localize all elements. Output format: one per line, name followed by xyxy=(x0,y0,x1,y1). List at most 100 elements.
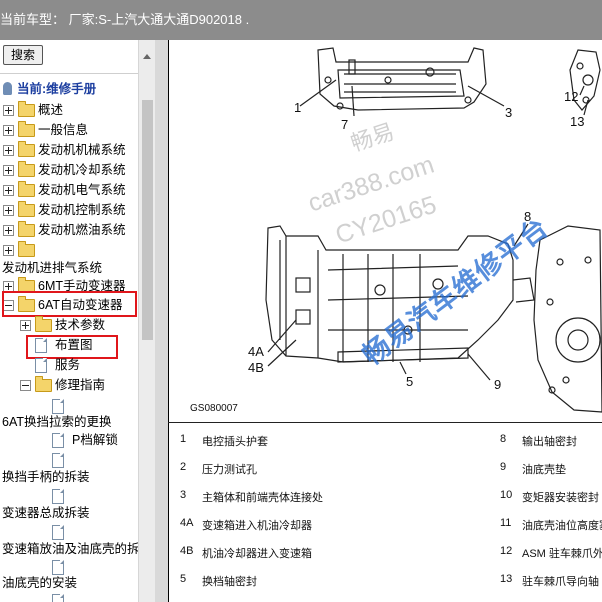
folder-icon xyxy=(18,181,35,197)
tree-item-repair-guide[interactable]: 修理指南 xyxy=(20,376,138,394)
callout-3: 3 xyxy=(505,105,513,120)
tree-item-label: 发动机控制系统 xyxy=(38,203,126,217)
tree-item-transmission-assembly[interactable]: 变速器总成拆装 xyxy=(2,504,138,522)
document-icon xyxy=(52,560,64,575)
folder-icon xyxy=(35,316,52,332)
expand-icon[interactable] xyxy=(3,125,14,136)
tree-item-label: 服务 xyxy=(55,358,81,372)
legend-number: 4B xyxy=(180,545,194,557)
legend-number: 13 xyxy=(500,573,513,585)
tree-scrollbar[interactable] xyxy=(138,40,155,602)
callout-9: 9 xyxy=(494,377,502,392)
collapse-icon[interactable] xyxy=(20,380,31,391)
tree-item-engine-mechanical[interactable]: 发动机机械系统 xyxy=(3,141,138,159)
tree-item-label: 发动机机械系统 xyxy=(38,143,126,157)
document-icon xyxy=(35,358,47,373)
tree-item-label: 技术参数 xyxy=(55,318,106,332)
doc-icon-row[interactable] xyxy=(52,523,138,541)
legend-text: 油底壳垫 xyxy=(522,464,566,476)
folder-icon xyxy=(18,101,35,117)
tree-item-engine-intake-exhaust[interactable]: 发动机进排气系统 xyxy=(2,259,138,277)
tree-item-engine-fuel[interactable]: 发动机燃油系统 xyxy=(3,221,138,239)
open-folder-icon xyxy=(35,376,52,392)
folder-icon xyxy=(18,201,35,217)
scrollbar-thumb[interactable] xyxy=(142,100,153,340)
tree-item-label: 油底壳的安装 xyxy=(2,576,78,590)
legend-number: 9 xyxy=(500,461,507,473)
document-icon xyxy=(52,453,64,468)
tree-item-label: 发动机冷却系统 xyxy=(38,163,126,177)
legend-separator xyxy=(168,422,602,423)
search-button[interactable]: 搜索 xyxy=(3,45,43,65)
document-icon xyxy=(52,399,64,414)
tree-item-oil-drain[interactable]: 变速箱放油及油底壳的拆 xyxy=(2,540,138,558)
tree-item-p-unlock[interactable]: P档解锁 xyxy=(52,431,138,449)
tree-item-label: 修理指南 xyxy=(55,378,106,392)
callout-5: 5 xyxy=(406,374,414,389)
expand-icon[interactable] xyxy=(3,205,14,216)
tree-item-label: 发动机燃油系统 xyxy=(38,223,126,237)
legend-text: ASM 驻车棘爪外部 xyxy=(522,548,602,560)
doc-icon-row[interactable] xyxy=(52,487,138,505)
tree-item-overview[interactable]: 概述 xyxy=(3,101,138,119)
legend-text: 压力测试孔 xyxy=(202,464,257,476)
document-icon xyxy=(52,525,64,540)
expand-icon[interactable] xyxy=(20,320,31,331)
tree-item-label: 发动机电气系统 xyxy=(38,183,126,197)
doc-icon-row[interactable] xyxy=(52,451,138,469)
tree-item-label: 发动机进排气系统 xyxy=(2,261,103,275)
tree-item-service[interactable]: 服务 xyxy=(35,356,138,374)
tree-item-engine-control[interactable]: 发动机控制系统 xyxy=(3,201,138,219)
legend-number: 4A xyxy=(180,517,194,529)
doc-icon-row[interactable] xyxy=(52,592,138,602)
expand-icon[interactable] xyxy=(3,165,14,176)
legend-text: 变矩器安装密封 xyxy=(522,492,599,504)
legend-text: 电控插头护套 xyxy=(202,436,268,448)
tree-item-label: 变速箱放油及油底壳的拆 xyxy=(2,542,138,556)
tree-item-label: 换挡手柄的拆装 xyxy=(2,470,90,484)
tree-item-label: 概述 xyxy=(38,103,64,117)
expand-icon[interactable] xyxy=(3,245,14,256)
legend-text: 换档轴密封 xyxy=(202,576,257,588)
tree-item-tech-params[interactable]: 技术参数 xyxy=(20,316,138,334)
tree-item-oil-pan-install[interactable]: 油底壳的安装 xyxy=(2,574,138,592)
callout-13: 13 xyxy=(570,114,585,129)
tree-item-engine-electrical[interactable]: 发动机电气系统 xyxy=(3,181,138,199)
legend-number: 5 xyxy=(180,573,187,585)
document-icon xyxy=(52,594,64,602)
tree-item-shift-handle[interactable]: 换挡手柄的拆装 xyxy=(2,468,138,486)
callout-4b: 4B xyxy=(248,360,264,375)
folder-icon xyxy=(18,141,35,157)
legend-text: 主箱体和前端壳体连接处 xyxy=(202,492,323,504)
folder-icon xyxy=(18,221,35,237)
expand-icon[interactable] xyxy=(3,225,14,236)
callout-12: 12 xyxy=(564,89,579,104)
document-viewer: 1 7 3 12 13 8 4A 4B 5 9 畅易 car388.com CY… xyxy=(155,40,602,602)
legend-text: 驻车棘爪导向轴 xyxy=(522,576,599,588)
scroll-up-icon[interactable] xyxy=(143,54,151,59)
current-vehicle-title: 当前车型： 厂家:S-上汽大通大通D902018 . xyxy=(0,12,250,27)
tree-item-label: P档解锁 xyxy=(72,433,118,447)
tree-root-label: 当前:维修手册 xyxy=(17,82,97,96)
folder-icon xyxy=(18,161,35,177)
folder-icon xyxy=(18,241,35,257)
legend-number: 1 xyxy=(180,433,187,445)
divider xyxy=(0,73,138,74)
legend-number: 3 xyxy=(180,489,187,501)
legend-number: 12 xyxy=(500,545,513,557)
legend-number: 10 xyxy=(500,489,513,501)
tree-item-general-info[interactable]: 一般信息 xyxy=(3,121,138,139)
tree-item-shift-cable[interactable]: 6AT换挡拉索的更换 xyxy=(2,413,138,431)
legend-number: 2 xyxy=(180,461,187,473)
legend-text: 机油冷却器进入变速箱 xyxy=(202,548,312,560)
tree-item-label: 一般信息 xyxy=(38,123,89,137)
figure-code: GS080007 xyxy=(190,403,238,414)
expand-icon[interactable] xyxy=(3,185,14,196)
tree-item-engine-cooling[interactable]: 发动机冷却系统 xyxy=(3,161,138,179)
tree-item-unnamed-folder[interactable] xyxy=(3,241,138,259)
manual-icon xyxy=(3,82,12,95)
expand-icon[interactable] xyxy=(3,105,14,116)
legend-text: 油底壳油位高度塞 xyxy=(522,520,602,532)
expand-icon[interactable] xyxy=(3,145,14,156)
tree-root[interactable]: 当前:维修手册 xyxy=(3,80,138,98)
